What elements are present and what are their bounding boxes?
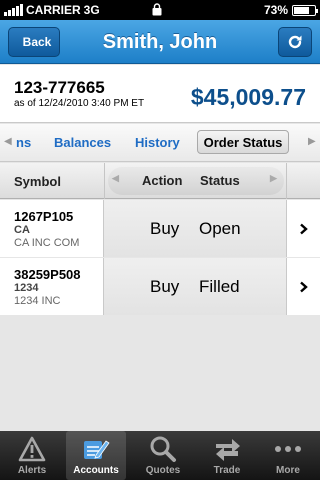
account-header: 123-777665 as of 12/24/2010 3:40 PM ET $… (0, 65, 320, 123)
scroll-right-icon[interactable]: ▶ (308, 136, 316, 147)
order-cell: Buy Filled (104, 258, 286, 315)
tab-accounts-label: Accounts (73, 465, 119, 476)
symbol-name: 1234 INC (14, 295, 61, 307)
symbol-cell: 38259P508 1234 1234 INC (0, 258, 104, 315)
symbol-ticker: CA (14, 224, 30, 236)
tab-balances[interactable]: Balances (54, 135, 111, 150)
symbol-ticker: 1234 (14, 282, 39, 294)
column-header-action: Action (142, 173, 183, 188)
page-title: Smith, John (102, 31, 218, 53)
segment-tabs: ◀ ns Balances History Order Status ▶ (0, 124, 320, 162)
account-timestamp: as of 12/24/2010 3:40 PM ET (14, 98, 145, 109)
trade-icon (212, 434, 242, 464)
bottom-tab-bar: Alerts Accounts Quotes Trade More (0, 431, 320, 480)
tab-alerts-label: Alerts (17, 465, 47, 476)
tab-accounts[interactable]: Accounts (66, 431, 126, 480)
symbol-name: CA INC COM (14, 237, 80, 249)
column-header-status: Status (200, 173, 240, 188)
battery-percent: 73% (263, 3, 288, 17)
column-right-icon[interactable]: ▶ (270, 173, 277, 184)
more-icon (273, 434, 303, 464)
column-header-symbol[interactable]: Symbol (14, 174, 61, 189)
account-number: 123-777665 (14, 78, 105, 97)
tab-trade[interactable]: Trade (197, 431, 257, 480)
table-row[interactable]: 38259P508 1234 1234 INC Buy Filled (0, 258, 320, 315)
column-divider (104, 163, 105, 199)
row-detail-button[interactable] (286, 200, 320, 257)
order-action: Buy (150, 277, 180, 296)
network-type: 3G (83, 3, 100, 17)
table-header: Symbol ◀ Action Status ▶ (0, 163, 320, 199)
refresh-icon (288, 35, 302, 49)
back-button[interactable]: Back (8, 27, 60, 57)
symbol-cell: 1267P105 CA CA INC COM (0, 200, 104, 257)
column-left-icon[interactable]: ◀ (112, 173, 119, 184)
accounts-icon (81, 434, 111, 464)
alert-icon (17, 434, 47, 464)
tab-trade-label: Trade (213, 465, 241, 476)
battery-icon (292, 4, 318, 16)
order-action: Buy (150, 219, 180, 238)
tab-history[interactable]: History (135, 135, 180, 150)
signal-icon (4, 4, 23, 16)
status-bar: CARRIER 3G 73% (0, 0, 320, 20)
chevron-right-icon (300, 223, 308, 234)
battery-status: 73% (263, 3, 318, 17)
tab-positions[interactable]: ns (16, 135, 31, 150)
lock-icon (152, 3, 162, 19)
back-button-label: Back (22, 35, 52, 49)
tab-quotes[interactable]: Quotes (133, 431, 193, 480)
tab-quotes-label: Quotes (145, 465, 181, 476)
order-status: Open (199, 219, 241, 238)
search-icon (148, 434, 178, 464)
tab-more-label: More (276, 465, 300, 476)
order-cell: Buy Open (104, 200, 286, 257)
row-detail-button[interactable] (286, 258, 320, 315)
order-status: Filled (199, 277, 240, 296)
scroll-left-icon[interactable]: ◀ (4, 136, 12, 147)
symbol-code: 1267P105 (14, 209, 74, 224)
account-value: $45,009.77 (190, 84, 306, 110)
symbol-code: 38259P508 (14, 267, 81, 282)
navigation-bar: Back Smith, John (0, 20, 320, 64)
table-row[interactable]: 1267P105 CA CA INC COM Buy Open (0, 200, 320, 257)
chevron-right-icon (300, 281, 308, 292)
carrier-name: CARRIER (26, 3, 81, 17)
column-scroller[interactable] (108, 167, 284, 195)
refresh-button[interactable] (278, 27, 312, 57)
tab-more[interactable]: More (258, 431, 318, 480)
tab-alerts[interactable]: Alerts (2, 431, 62, 480)
column-divider (286, 163, 287, 199)
tab-order-status[interactable]: Order Status (197, 130, 289, 154)
carrier-info: CARRIER 3G (4, 3, 100, 17)
